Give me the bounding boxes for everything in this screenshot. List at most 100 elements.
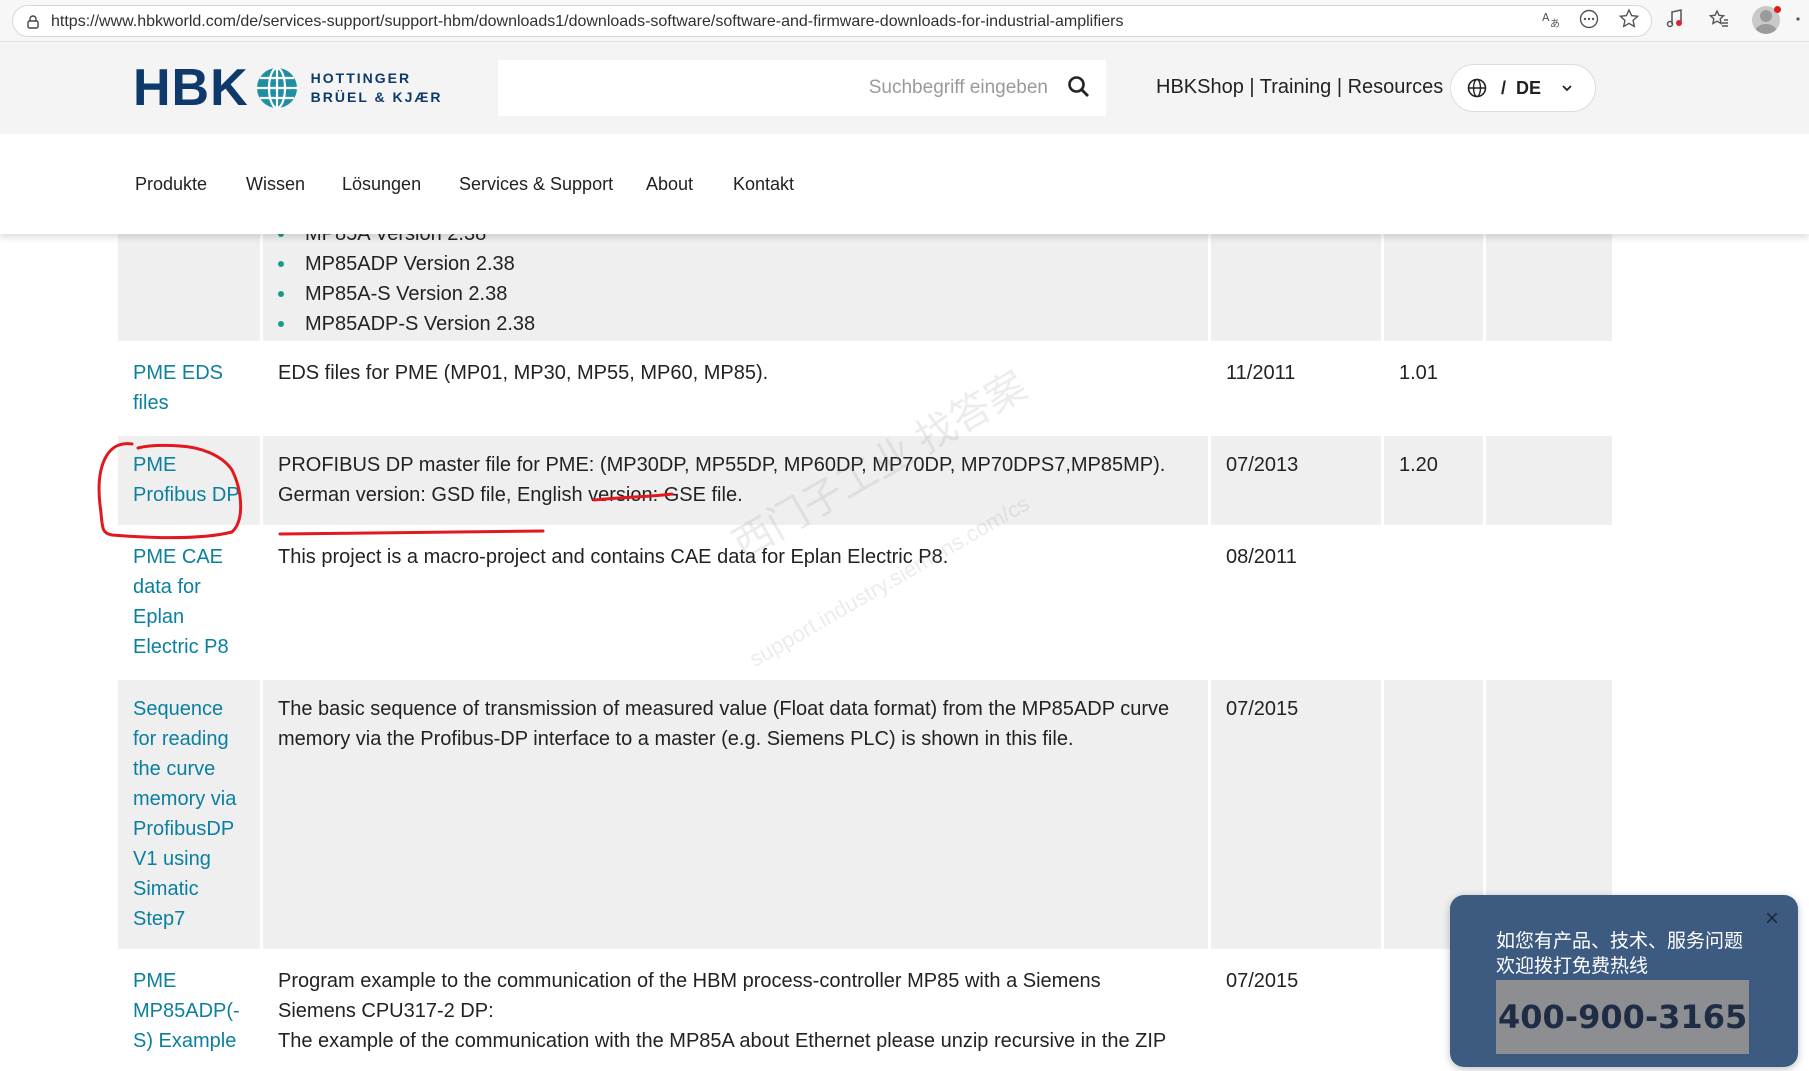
description-cell: EDS files for PME (MP01, MP30, MP55, MP6… <box>263 344 1208 433</box>
description-text: This project is a macro-project and cont… <box>278 546 949 568</box>
address-bar[interactable]: https://www.hbkworld.com/de/services-sup… <box>12 5 1652 37</box>
download-link[interactable]: Profibus DP <box>133 480 260 510</box>
version-cell <box>1384 528 1483 677</box>
download-link[interactable]: for reading <box>133 724 260 754</box>
table-row: PME CAE data for Eplan Electric P8 This … <box>118 528 1612 677</box>
download-link[interactable]: data for <box>133 572 260 602</box>
popup-line-1: 如您有产品、技术、服务问题 <box>1496 930 1744 952</box>
list-item: MP85ADP-S Version 2.38 <box>263 309 1208 339</box>
version-cell <box>1384 234 1483 341</box>
globe-icon <box>1467 78 1487 98</box>
svg-text:A: A <box>1542 11 1550 24</box>
more-icon[interactable] <box>1790 8 1806 30</box>
url-text[interactable]: https://www.hbkworld.com/de/services-sup… <box>51 13 1123 31</box>
download-link[interactable]: memory via <box>133 784 260 814</box>
browser-toolbar: https://www.hbkworld.com/de/services-sup… <box>0 0 1809 42</box>
description-text: memory via the Profibus-DP interface to … <box>278 728 1074 750</box>
version-cell: 1.01 <box>1399 362 1438 384</box>
download-cell <box>1486 344 1612 433</box>
logo-wordmark: HBK <box>133 59 249 117</box>
table-row: PME EDS files EDS files for PME (MP01, M… <box>118 344 1612 433</box>
date-cell: 07/2015 <box>1211 680 1381 949</box>
collections-icon[interactable] <box>1708 8 1730 30</box>
description-text: Program example to the communication of … <box>278 970 1101 992</box>
name-cell: PME Profibus DP <box>118 436 260 525</box>
hotline-number[interactable]: 400-900-3165 <box>1496 980 1750 1054</box>
download-link[interactable]: PME CAE <box>133 542 260 572</box>
description-text: EDS files for PME (MP01, MP30, MP55, MP6… <box>278 362 769 384</box>
popup-message: 如您有产品、技术、服务问题 欢迎拨打免费热线 <box>1496 929 1743 979</box>
name-cell: PME CAE data for Eplan Electric P8 <box>118 528 260 677</box>
language-separator: / <box>1501 77 1507 98</box>
description-text: The example of the communication with th… <box>278 1030 1167 1052</box>
lock-icon <box>27 15 39 29</box>
reader-icon[interactable] <box>1578 8 1600 30</box>
globe-logo-icon <box>256 66 297 110</box>
download-cell <box>1486 528 1612 677</box>
download-link[interactable]: the curve <box>133 754 260 784</box>
download-link[interactable]: Electric P8 <box>133 632 260 662</box>
download-cell <box>1486 234 1612 341</box>
download-link[interactable]: S) Example <box>133 1026 260 1056</box>
list-item: MP85A-S Version 2.38 <box>263 279 1208 309</box>
download-cell <box>1486 436 1612 525</box>
description-cell: The basic sequence of transmission of me… <box>263 680 1208 949</box>
date-cell: 07/2015 <box>1226 970 1299 992</box>
name-cell <box>118 234 260 341</box>
description-cell: MP85A Version 2.38 MP85ADP Version 2.38 … <box>263 234 1208 341</box>
site-search[interactable]: Suchbegriff eingeben <box>498 60 1106 116</box>
date-cell <box>1211 234 1381 341</box>
media-icon[interactable] <box>1664 8 1686 30</box>
search-icon[interactable] <box>1066 74 1092 100</box>
download-link[interactable]: Step7 <box>133 904 260 934</box>
popup-line-2: 欢迎拨打免费热线 <box>1496 955 1649 977</box>
favorite-icon[interactable] <box>1618 8 1640 30</box>
table-row: PME Profibus DP PROFIBUS DP master file … <box>118 436 1612 525</box>
logo-subtitle: HOTTINGER BRÜEL & KJÆR <box>311 69 443 107</box>
table-row: PME MP85ADP(- S) Example Program example… <box>118 952 1612 1071</box>
list-item: MP85A Version 2.38 <box>263 234 1208 249</box>
close-icon[interactable]: × <box>1762 907 1782 931</box>
nav-item-kontakt[interactable]: Kontakt <box>733 174 794 195</box>
nav-item-about[interactable]: About <box>646 174 693 195</box>
download-link[interactable]: Simatic <box>133 874 260 904</box>
nav-item-wissen[interactable]: Wissen <box>246 174 305 195</box>
name-cell: PME EDS files <box>118 344 260 433</box>
download-link[interactable]: PME <box>133 966 260 996</box>
main-navigation: Produkte Wissen Lösungen Services & Supp… <box>0 134 1809 234</box>
translate-icon[interactable]: Aあ <box>1541 8 1563 30</box>
hotline-popup[interactable]: × 如您有产品、技术、服务问题 欢迎拨打免费热线 400-900-3165 <box>1450 895 1798 1067</box>
nav-item-loesungen[interactable]: Lösungen <box>342 174 421 195</box>
notification-dot <box>1774 6 1781 13</box>
date-cell: 11/2011 <box>1226 362 1296 384</box>
search-input[interactable]: Suchbegriff eingeben <box>869 77 1048 99</box>
download-link[interactable]: ProfibusDP <box>133 814 260 844</box>
nav-item-produkte[interactable]: Produkte <box>135 174 207 195</box>
language-selector[interactable]: / DE <box>1450 64 1596 112</box>
chevron-down-icon <box>1562 85 1572 92</box>
description-cell: Program example to the communication of … <box>263 952 1208 1071</box>
download-link[interactable]: PME <box>133 450 260 480</box>
site-header: HBK HOTTINGER BRÜEL & KJÆR Suchbegriff e… <box>0 42 1809 134</box>
download-link[interactable]: PME EDS <box>133 358 260 388</box>
name-cell: PME MP85ADP(- S) Example <box>118 952 260 1071</box>
logo-line-2: BRÜEL & KJÆR <box>310 89 443 105</box>
name-cell: Sequence for reading the curve memory vi… <box>118 680 260 949</box>
description-text: PROFIBUS DP master file for PME: (MP30DP… <box>278 454 1166 476</box>
download-link[interactable]: MP85ADP(- <box>133 996 260 1026</box>
download-link[interactable]: Sequence <box>133 694 260 724</box>
table-row: MP85A Version 2.38 MP85ADP Version 2.38 … <box>118 234 1612 341</box>
download-link[interactable]: files <box>133 388 260 418</box>
download-link[interactable]: Eplan <box>133 602 260 632</box>
date-cell: 07/2013 <box>1211 436 1381 525</box>
list-item: MP85ADP Version 2.38 <box>263 249 1208 279</box>
description-text: German version: GSD file, English versio… <box>278 484 743 506</box>
description-text: The basic sequence of transmission of me… <box>278 698 1170 720</box>
nav-item-services-support[interactable]: Services & Support <box>459 174 613 195</box>
svg-text:あ: あ <box>1550 18 1560 30</box>
top-links[interactable]: HBKShop | Training | Resources <box>1156 76 1443 99</box>
download-link[interactable]: V1 using <box>133 844 260 874</box>
language-code: DE <box>1516 77 1542 98</box>
hbk-logo[interactable]: HBK HOTTINGER BRÜEL & KJÆR <box>133 62 443 114</box>
version-list: MP85A Version 2.38 MP85ADP Version 2.38 … <box>263 234 1208 339</box>
